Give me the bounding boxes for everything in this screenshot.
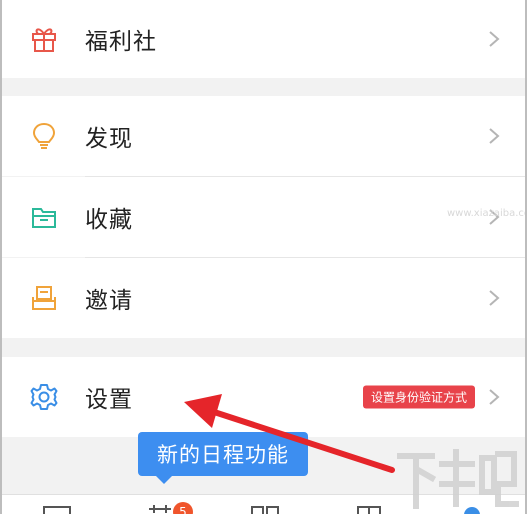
watermark-logo bbox=[397, 449, 519, 509]
menu-item-discover[interactable]: 发现 bbox=[2, 96, 525, 176]
menu-item-label: 发现 bbox=[85, 126, 133, 152]
folder-icon bbox=[29, 202, 59, 232]
lightbulb-icon bbox=[29, 121, 59, 151]
menu-item-invite[interactable]: 邀请 bbox=[2, 258, 525, 338]
chevron-right-icon bbox=[489, 389, 500, 405]
calendar-icon[interactable] bbox=[145, 505, 175, 514]
tooltip-text: 新的日程功能 bbox=[157, 443, 289, 467]
menu-item-label: 收藏 bbox=[85, 207, 133, 233]
verify-identity-badge[interactable]: 设置身份验证方式 bbox=[362, 385, 475, 409]
chevron-right-icon bbox=[489, 31, 500, 47]
menu-item-label: 福利社 bbox=[85, 29, 157, 55]
chevron-right-icon bbox=[489, 290, 500, 306]
watermark-url: www.xiazaiba.com bbox=[447, 208, 527, 219]
gear-icon bbox=[29, 382, 59, 412]
menu-item-label: 设置 bbox=[85, 387, 133, 413]
message-icon[interactable] bbox=[42, 505, 72, 514]
menu-item-welfare[interactable]: 福利社 bbox=[2, 0, 525, 78]
new-schedule-tooltip[interactable]: 新的日程功能 bbox=[138, 432, 308, 484]
apps-icon[interactable] bbox=[250, 505, 280, 514]
menu-item-settings[interactable]: 设置 设置身份验证方式 bbox=[2, 357, 525, 437]
menu-item-label: 邀请 bbox=[85, 288, 133, 314]
envelope-icon bbox=[29, 283, 59, 313]
chevron-right-icon bbox=[489, 128, 500, 144]
contacts-icon[interactable] bbox=[354, 505, 384, 514]
gift-icon bbox=[29, 24, 59, 54]
